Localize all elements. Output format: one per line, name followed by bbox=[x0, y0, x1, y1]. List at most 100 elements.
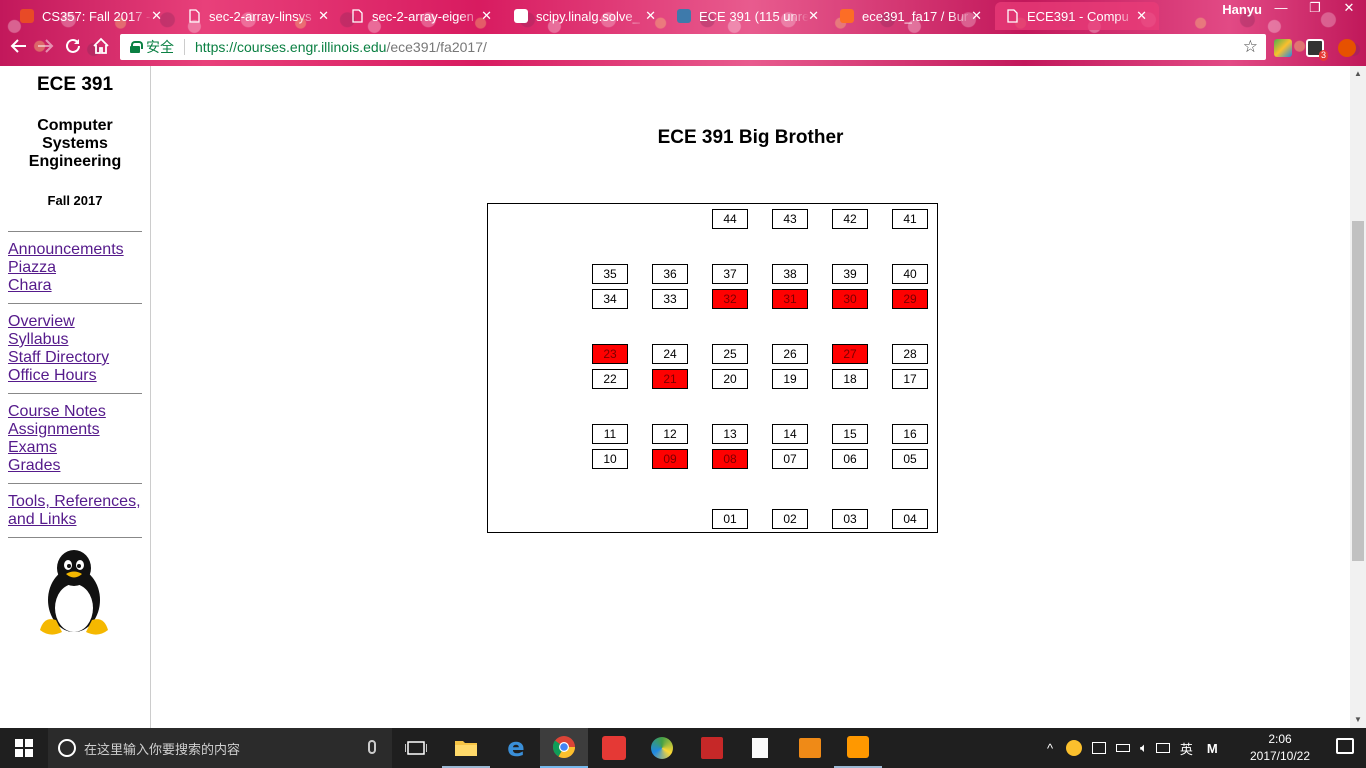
cortana-icon bbox=[58, 739, 76, 757]
qq-browser-icon[interactable] bbox=[638, 728, 686, 768]
keyboard-icon[interactable] bbox=[1155, 743, 1170, 753]
bookmark-star-icon[interactable]: ☆ bbox=[1243, 37, 1258, 57]
address-bar[interactable]: 安全 https://courses.engr.illinois.edu/ece… bbox=[120, 34, 1266, 60]
link-syllabus[interactable]: Syllabus bbox=[8, 331, 148, 349]
seat-available: 39 bbox=[832, 264, 868, 284]
extension-upload-icon[interactable] bbox=[1338, 39, 1356, 57]
close-tab-icon[interactable]: ✕ bbox=[151, 8, 162, 24]
clock-time: 2:06 bbox=[1268, 732, 1292, 746]
link-exams[interactable]: Exams bbox=[8, 439, 148, 457]
link-tools-references[interactable]: Tools, References, and Links bbox=[8, 493, 148, 529]
link-group-course-info: Overview Syllabus Staff Directory Office… bbox=[8, 313, 148, 385]
sublime-text-icon[interactable] bbox=[834, 728, 882, 768]
link-announcements[interactable]: Announcements bbox=[8, 241, 148, 259]
restore-button[interactable]: ❐ bbox=[1298, 0, 1332, 18]
minimize-button[interactable]: — bbox=[1264, 0, 1298, 18]
seat-available: 25 bbox=[712, 344, 748, 364]
link-group-tools: Tools, References, and Links bbox=[8, 493, 148, 529]
tab-title: ECE 391 (115 unre bbox=[699, 8, 809, 24]
extension-camera-icon[interactable]: 3 bbox=[1306, 39, 1328, 61]
seat-available: 01 bbox=[712, 509, 748, 529]
page-scrollbar[interactable]: ▲ ▼ bbox=[1350, 66, 1366, 728]
network-icon[interactable] bbox=[1092, 742, 1106, 754]
ime-language[interactable]: 英 bbox=[1180, 739, 1193, 758]
seat-available: 03 bbox=[832, 509, 868, 529]
link-assignments[interactable]: Assignments bbox=[8, 421, 148, 439]
course-name-line: Systems bbox=[42, 135, 108, 152]
browser-tab[interactable]: CS357: Fall 2017 - ✕ bbox=[10, 2, 174, 30]
browser-chrome: CS357: Fall 2017 - ✕ sec-2-array-linsys ✕ se… bbox=[0, 0, 1366, 66]
close-tab-icon[interactable]: ✕ bbox=[318, 8, 329, 24]
browser-tab[interactable]: scipy.linalg.solve_ ✕ bbox=[504, 2, 668, 30]
clock-date: 2017/10/22 bbox=[1249, 749, 1311, 763]
show-hidden-icons-icon[interactable]: ^ bbox=[1042, 741, 1058, 756]
back-button[interactable] bbox=[8, 37, 30, 59]
course-name: Computer Systems Engineering bbox=[0, 117, 150, 171]
youdao-icon[interactable] bbox=[590, 728, 638, 768]
browser-tab[interactable]: ece391_fa17 / Bur ✕ bbox=[830, 2, 994, 30]
edge-icon[interactable]: e bbox=[492, 728, 540, 768]
taskbar-search[interactable]: 在这里输入你要搜索的内容 bbox=[48, 728, 392, 768]
seat-available: 05 bbox=[892, 449, 928, 469]
link-office-hours[interactable]: Office Hours bbox=[8, 367, 148, 385]
windows-taskbar: 在这里输入你要搜索的内容 e ^ 🔈︎ 英 M 2:06 2017/10/22 bbox=[0, 728, 1366, 768]
clock[interactable]: 2:06 2017/10/22 bbox=[1240, 731, 1320, 765]
extension-drive-icon[interactable] bbox=[1274, 39, 1292, 57]
seat-available: 33 bbox=[652, 289, 688, 309]
tab-title: CS357: Fall 2017 - bbox=[42, 8, 151, 24]
seat-available: 11 bbox=[592, 424, 628, 444]
scroll-down-icon[interactable]: ▼ bbox=[1350, 712, 1366, 728]
start-button[interactable] bbox=[0, 728, 48, 768]
file-explorer-icon[interactable] bbox=[442, 728, 490, 768]
search-placeholder: 在这里输入你要搜索的内容 bbox=[84, 741, 241, 757]
course-name-line: Engineering bbox=[28, 153, 122, 170]
close-tab-icon[interactable]: ✕ bbox=[481, 8, 492, 24]
scrollbar-thumb[interactable] bbox=[1352, 221, 1364, 561]
scroll-up-icon[interactable]: ▲ bbox=[1350, 66, 1366, 82]
security-label: 安全 bbox=[146, 39, 174, 55]
chrome-icon[interactable] bbox=[540, 728, 588, 768]
tab-title: sec-2-array-linsys bbox=[209, 8, 312, 24]
forward-button[interactable] bbox=[34, 37, 56, 59]
close-tab-icon[interactable]: ✕ bbox=[808, 8, 819, 24]
browser-tab[interactable]: sec-2-array-linsys ✕ bbox=[177, 2, 341, 30]
link-overview[interactable]: Overview bbox=[8, 313, 148, 331]
volume-icon[interactable]: 🔈︎ bbox=[1140, 740, 1148, 756]
sidebar: ECE 391 Computer Systems Engineering Fal… bbox=[0, 66, 151, 728]
battery-icon[interactable] bbox=[1116, 744, 1130, 752]
home-button[interactable] bbox=[90, 37, 112, 59]
seat-available: 04 bbox=[892, 509, 928, 529]
microphone-icon[interactable] bbox=[368, 740, 376, 754]
seat-available: 42 bbox=[832, 209, 868, 229]
ime-mode[interactable]: M bbox=[1207, 741, 1218, 756]
windows-logo-icon bbox=[15, 739, 33, 757]
lock-icon bbox=[130, 41, 143, 53]
divider bbox=[8, 303, 142, 304]
close-tab-icon[interactable]: ✕ bbox=[1136, 8, 1147, 24]
acrobat-icon[interactable] bbox=[688, 728, 736, 768]
media-player-icon[interactable] bbox=[786, 728, 834, 768]
tray-app-icon[interactable] bbox=[1066, 740, 1082, 756]
divider bbox=[8, 231, 142, 232]
browser-tab[interactable]: sec-2-array-eigen ✕ bbox=[340, 2, 504, 30]
link-grades[interactable]: Grades bbox=[8, 457, 148, 475]
link-piazza[interactable]: Piazza bbox=[8, 259, 148, 277]
seat-available: 35 bbox=[592, 264, 628, 284]
arrow-left-icon bbox=[10, 39, 26, 53]
seat-available: 34 bbox=[592, 289, 628, 309]
task-view-icon[interactable] bbox=[392, 728, 440, 768]
lab-seat-map: 44 43 42 41 35 36 37 38 39 40 34 33 32 31 30 29 23 24 25 26… bbox=[487, 203, 938, 533]
link-chara[interactable]: Chara bbox=[8, 277, 148, 295]
close-tab-icon[interactable]: ✕ bbox=[645, 8, 656, 24]
close-window-button[interactable]: ✕ bbox=[1332, 0, 1366, 18]
link-staff-directory[interactable]: Staff Directory bbox=[8, 349, 148, 367]
close-tab-icon[interactable]: ✕ bbox=[971, 8, 982, 24]
piazza-logo-icon bbox=[677, 8, 691, 24]
link-course-notes[interactable]: Course Notes bbox=[8, 403, 148, 421]
profile-name[interactable]: Hanyu bbox=[1222, 2, 1262, 17]
browser-tab[interactable]: ECE391 - Compu ✕ bbox=[995, 2, 1159, 30]
reload-button[interactable] bbox=[62, 37, 84, 59]
notepad-icon[interactable] bbox=[736, 728, 784, 768]
browser-tab[interactable]: ECE 391 (115 unre ✕ bbox=[667, 2, 831, 30]
action-center-icon[interactable] bbox=[1336, 738, 1354, 754]
